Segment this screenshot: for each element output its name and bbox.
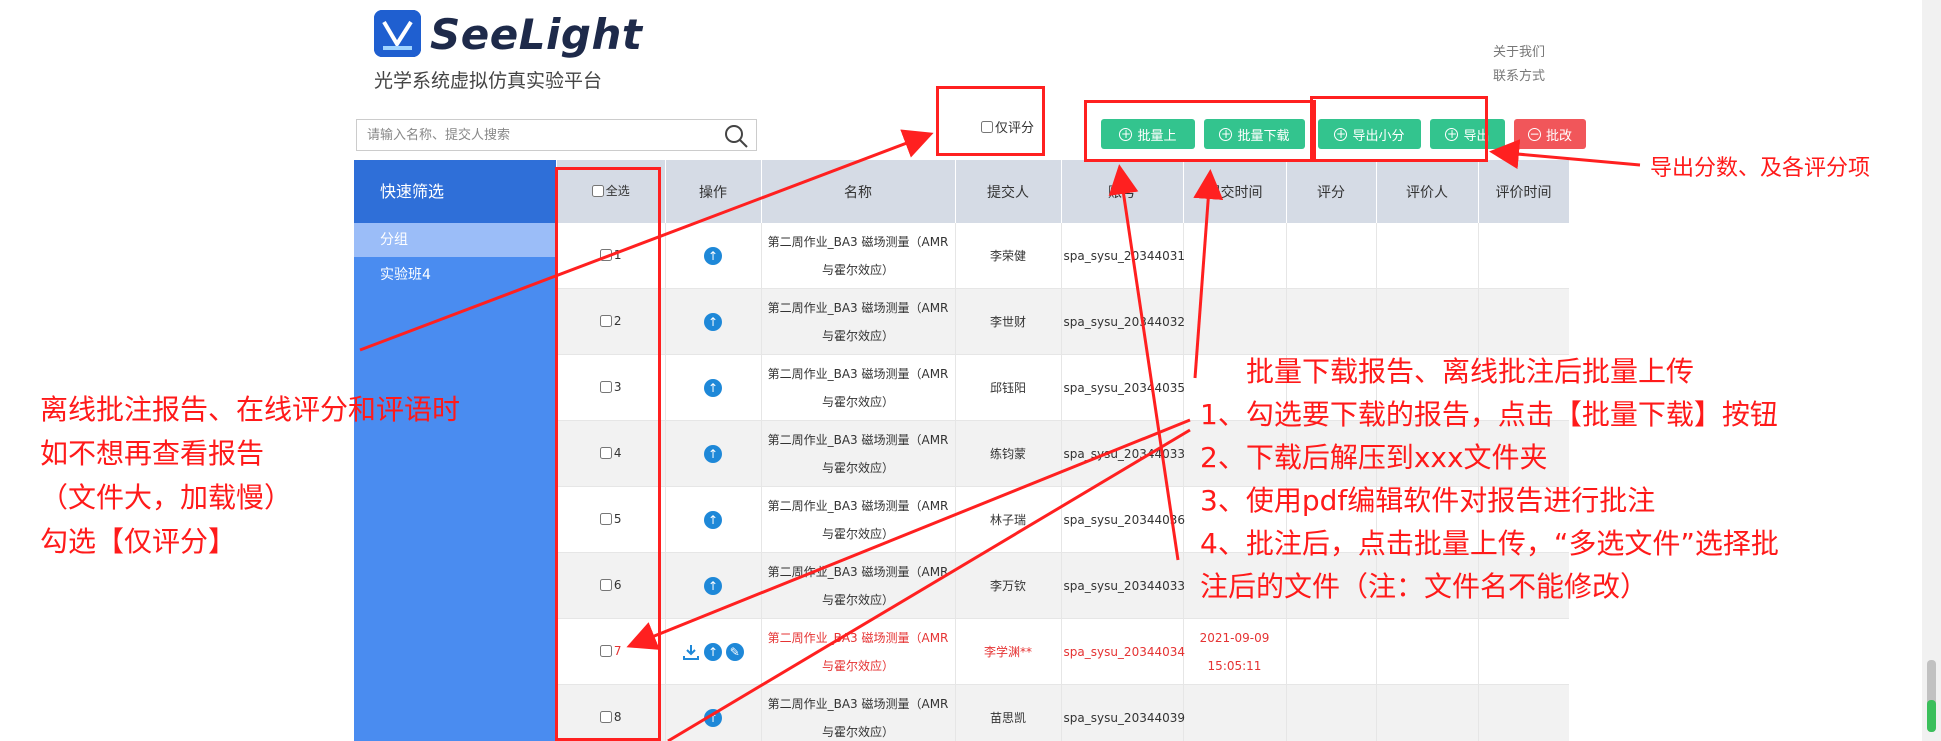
scrollbar-indicator	[1927, 700, 1936, 732]
page-scrollbar[interactable]	[1922, 0, 1941, 741]
annotation-left: 离线批注报告、在线评分和评语时 如不想再查看报告 （文件大，加载慢） 勾选【仅评…	[40, 393, 461, 558]
annotation-export: 导出分数、及各评分项	[1650, 156, 1871, 181]
annotation-batch-instructions: 批量下载报告、离线批注后批量上传 1、勾选要下载的报告，点击【批量下载】按钮 2…	[1200, 355, 1779, 603]
